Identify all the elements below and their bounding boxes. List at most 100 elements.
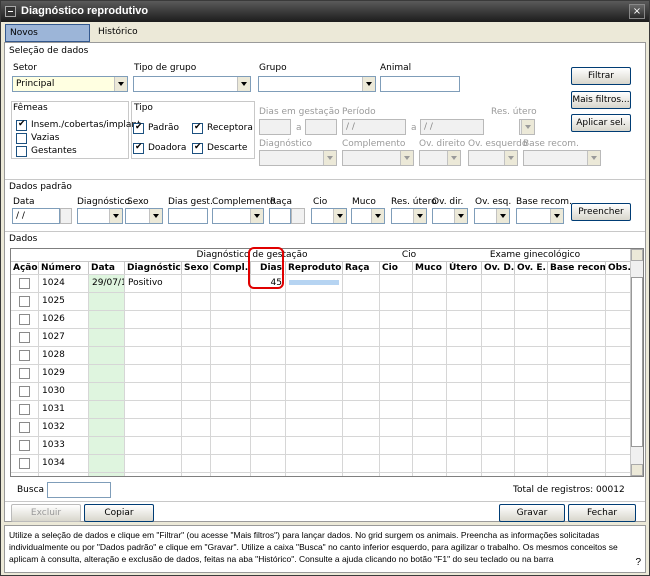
cell-reprodutor[interactable]	[286, 437, 343, 454]
cell-diagnostico[interactable]	[125, 419, 182, 436]
cell-obs[interactable]	[606, 293, 631, 310]
cell-acao[interactable]	[11, 383, 39, 400]
cell-raca[interactable]	[343, 401, 380, 418]
table-row[interactable]: 1026	[11, 310, 631, 328]
cell-ovd[interactable]	[482, 383, 515, 400]
cell-sexo[interactable]	[182, 347, 211, 364]
cell-base[interactable]	[548, 311, 606, 328]
tab-historico[interactable]: Histórico	[94, 24, 152, 42]
cell-compl[interactable]	[211, 347, 251, 364]
row-select-checkbox[interactable]	[19, 440, 30, 451]
cell-acao[interactable]	[11, 419, 39, 436]
chevron-down-icon[interactable]	[109, 209, 122, 223]
cell-ovd[interactable]	[482, 401, 515, 418]
chevron-down-icon[interactable]	[413, 209, 426, 223]
res-utero-select[interactable]	[519, 119, 535, 135]
cell-dias[interactable]	[251, 455, 286, 472]
cell-obs[interactable]	[606, 275, 631, 292]
cell-numero[interactable]: 1029	[39, 365, 89, 382]
cell-diagnostico[interactable]	[125, 455, 182, 472]
cell-raca[interactable]	[343, 437, 380, 454]
cell-reprodutor[interactable]	[286, 455, 343, 472]
cell-data[interactable]	[89, 401, 125, 418]
cell-data[interactable]	[89, 473, 125, 476]
cell-diagnostico[interactable]	[125, 365, 182, 382]
padrao-complemento-select[interactable]	[212, 208, 264, 224]
cell-acao[interactable]	[11, 455, 39, 472]
close-button[interactable]: ×	[629, 4, 645, 19]
cell-ove[interactable]	[515, 383, 548, 400]
cell-base[interactable]	[548, 455, 606, 472]
cell-raca[interactable]	[343, 347, 380, 364]
cell-utero[interactable]	[447, 293, 482, 310]
cell-base[interactable]	[548, 365, 606, 382]
tipo-check-padrao[interactable]	[133, 122, 144, 134]
padrao-data-input[interactable]: / /	[12, 208, 60, 224]
cell-diagnostico[interactable]	[125, 383, 182, 400]
cell-acao[interactable]	[11, 293, 39, 310]
tipo-check-descarte[interactable]	[192, 142, 203, 154]
cell-ovd[interactable]	[482, 455, 515, 472]
cell-reprodutor[interactable]	[286, 293, 343, 310]
cell-numero[interactable]: 1031	[39, 401, 89, 418]
fechar-button[interactable]: Fechar	[568, 504, 636, 522]
cell-reprodutor[interactable]	[286, 311, 343, 328]
cell-dias[interactable]	[251, 473, 286, 476]
tab-novos-lancamentos[interactable]: Novos lançamentos	[5, 24, 90, 54]
chevron-down-icon[interactable]	[496, 209, 509, 223]
cell-diagnostico[interactable]	[125, 437, 182, 454]
cell-diagnostico[interactable]	[125, 293, 182, 310]
cell-ovd[interactable]	[482, 293, 515, 310]
table-row[interactable]: 1025	[11, 292, 631, 310]
cell-ovd[interactable]	[482, 437, 515, 454]
cell-ove[interactable]	[515, 473, 548, 476]
gravar-button[interactable]: Gravar	[499, 504, 565, 522]
cell-reprodutor[interactable]	[286, 473, 343, 476]
cell-sexo[interactable]	[182, 455, 211, 472]
cell-ove[interactable]	[515, 365, 548, 382]
chevron-down-icon[interactable]	[333, 209, 346, 223]
cell-compl[interactable]	[211, 365, 251, 382]
cell-data[interactable]	[89, 311, 125, 328]
cell-reprodutor[interactable]	[286, 383, 343, 400]
cell-muco[interactable]	[413, 473, 447, 476]
cell-cio[interactable]	[380, 401, 413, 418]
cell-muco[interactable]	[413, 347, 447, 364]
row-select-checkbox[interactable]	[19, 296, 30, 307]
tipo-check-doadora[interactable]	[133, 142, 144, 154]
cell-base[interactable]	[548, 275, 606, 292]
table-row[interactable]: 1030	[11, 382, 631, 400]
cell-compl[interactable]	[211, 329, 251, 346]
cell-numero[interactable]: 1026	[39, 311, 89, 328]
chevron-down-icon[interactable]	[250, 209, 263, 223]
cell-obs[interactable]	[606, 437, 631, 454]
scroll-thumb[interactable]	[631, 277, 643, 447]
cell-cio[interactable]	[380, 293, 413, 310]
cell-dias[interactable]	[251, 311, 286, 328]
cell-numero[interactable]: 1027	[39, 329, 89, 346]
cell-base[interactable]	[548, 383, 606, 400]
cell-obs[interactable]	[606, 473, 631, 476]
cell-dias[interactable]	[251, 437, 286, 454]
cell-ovd[interactable]	[482, 329, 515, 346]
table-row[interactable]: 1034	[11, 454, 631, 472]
cell-sexo[interactable]	[182, 311, 211, 328]
row-select-checkbox[interactable]	[19, 458, 30, 469]
chevron-down-icon[interactable]	[371, 209, 384, 223]
cell-cio[interactable]	[380, 383, 413, 400]
animal-input[interactable]	[380, 76, 460, 92]
cell-ovd[interactable]	[482, 311, 515, 328]
cell-sexo[interactable]	[182, 329, 211, 346]
cell-sexo[interactable]	[182, 419, 211, 436]
cell-cio[interactable]	[380, 455, 413, 472]
cell-utero[interactable]	[447, 401, 482, 418]
padrao-cio-select[interactable]	[311, 208, 347, 224]
cell-data[interactable]	[89, 293, 125, 310]
padrao-dias-input[interactable]	[168, 208, 208, 224]
ov-direito-select[interactable]	[419, 150, 461, 166]
padrao-ove-select[interactable]	[474, 208, 510, 224]
row-select-checkbox[interactable]	[19, 422, 30, 433]
cell-data[interactable]	[89, 455, 125, 472]
cell-raca[interactable]	[343, 365, 380, 382]
cell-obs[interactable]	[606, 419, 631, 436]
